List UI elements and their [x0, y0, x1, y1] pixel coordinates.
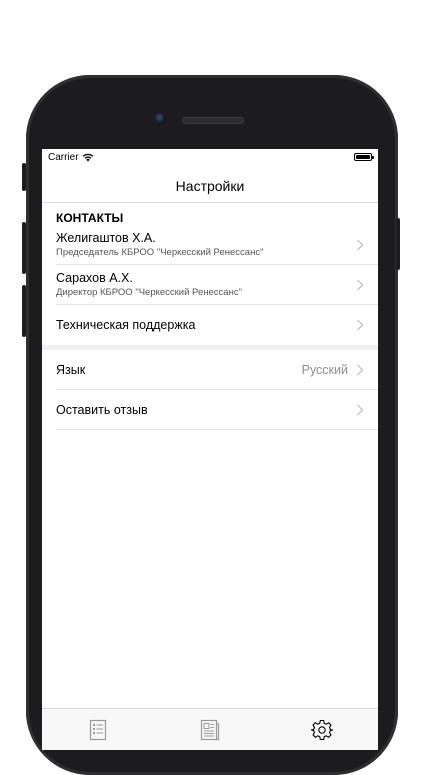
contact-role: Председатель КБРОО "Черкесский Ренессанс… — [56, 247, 264, 258]
contact-row-sarakhov[interactable]: Сарахов А.Х. Директор КБРОО "Черкесский … — [56, 265, 378, 305]
chevron-right-icon — [357, 404, 364, 415]
contact-role: Директор КБРОО "Черкесский Ренессанс" — [56, 287, 242, 298]
mute-switch — [22, 163, 26, 191]
gear-icon — [311, 719, 333, 740]
language-value: Русский — [301, 362, 348, 377]
chevron-right-icon — [357, 364, 364, 375]
contact-name: Желигаштов Х.А. — [56, 231, 156, 245]
earpiece-speaker — [182, 117, 244, 124]
carrier-label: Carrier — [48, 152, 79, 163]
feedback-row[interactable]: Оставить отзыв — [56, 390, 378, 430]
language-label: Язык — [56, 362, 86, 377]
contact-name: Сарахов А.Х. — [56, 271, 133, 285]
tab-news[interactable] — [180, 715, 240, 745]
front-camera — [155, 113, 166, 124]
wifi-icon — [82, 153, 94, 162]
chevron-right-icon — [357, 319, 364, 331]
power-button — [396, 218, 400, 270]
tech-support-row[interactable]: Техническая поддержка — [56, 305, 378, 345]
contact-row-zheligashtov[interactable]: Желигаштов Х.А. Председатель КБРОО "Черк… — [56, 225, 378, 265]
tab-bar — [42, 708, 378, 750]
chevron-right-icon — [357, 279, 364, 290]
tab-settings[interactable] — [292, 715, 352, 745]
battery-icon — [354, 153, 374, 161]
tab-documents[interactable] — [68, 715, 128, 745]
status-bar: Carrier — [42, 149, 378, 169]
navigation-bar: Настройки — [42, 169, 378, 203]
page-title: Настройки — [175, 177, 245, 194]
screen: Carrier Настройки КОНТАКТЫ Желигаштов Х.… — [42, 149, 378, 750]
newspaper-icon — [200, 719, 220, 740]
chevron-right-icon — [357, 239, 364, 250]
language-row[interactable]: Язык Русский — [56, 350, 378, 390]
contacts-section-header: КОНТАКТЫ — [56, 211, 124, 225]
feedback-label: Оставить отзыв — [56, 402, 148, 417]
document-list-icon — [89, 719, 107, 740]
tech-support-label: Техническая поддержка — [56, 318, 196, 332]
volume-down-button — [22, 285, 26, 337]
volume-up-button — [22, 222, 26, 274]
